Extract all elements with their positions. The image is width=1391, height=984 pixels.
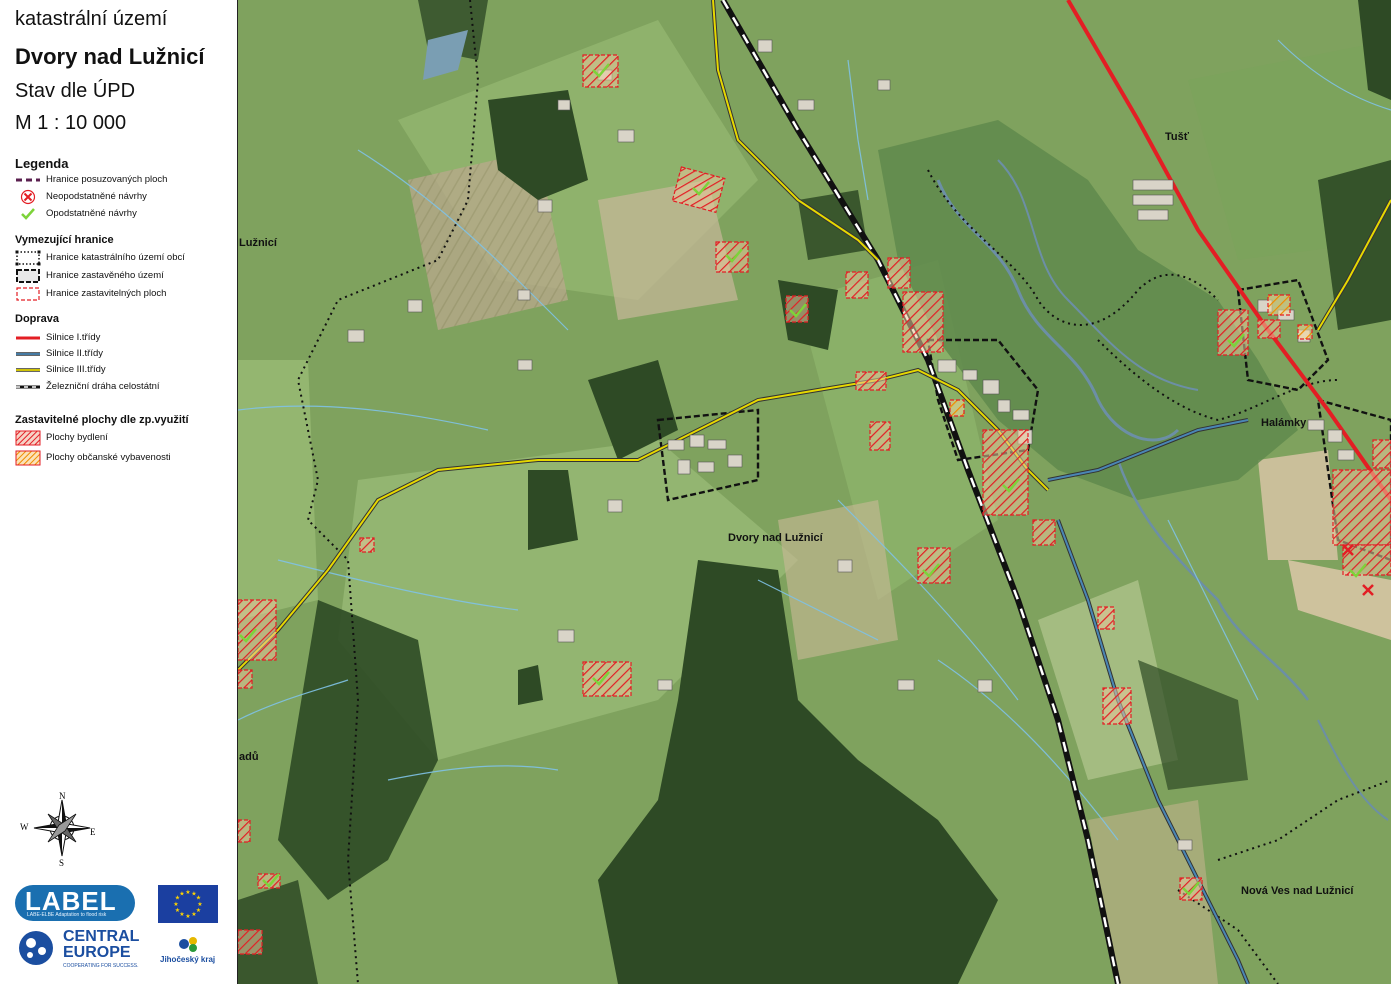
road-1-line-icon [16,336,40,340]
legend-item-developable-boundary: Hranice zastavitelných ploch [15,286,235,302]
legend-title: Legenda [15,156,69,171]
svg-text:★: ★ [185,889,190,896]
housing-hatch-icon [15,430,41,446]
road-2-line-icon [16,352,40,356]
place-label-nova-ves: Nová Ves nad Lužnicí [1241,885,1354,897]
compass-n: N [59,791,66,801]
green-check-icon [21,208,35,220]
boundaries-section-title: Vymezující hranice [15,234,114,246]
road-3-line-icon [16,368,40,372]
legend-item-housing: Plochy bydlení [15,430,235,446]
cadastral-label: katastrální území [15,8,168,30]
jihocesky-kraj-logo: Jihočeský kraj [160,935,230,975]
legend-item-road-3: Silnice III.třídy [15,362,235,378]
aerial-map[interactable]: Tušť Halámky Dvory nad Lužnicí Nová Ves … [238,0,1391,984]
transport-section-title: Doprava [15,313,60,325]
red-dashed-box-icon [16,287,40,301]
legend-item-cadastral-boundary: Hranice katastrálního území obcí [15,250,235,266]
svg-text:★: ★ [191,911,196,918]
legend-item-civic: Plochy občanské vybavenosti [15,450,235,466]
legend-item-assessed-boundary: Hranice posuzovaných ploch [15,172,235,188]
railway-line-icon [16,385,40,389]
civic-hatch-icon [15,450,41,466]
purple-dash-line-icon [16,178,40,182]
place-label-tust: Tušť [1165,131,1190,143]
place-label-luznici-edge: Lužnicí [239,237,278,249]
compass-s: S [59,858,64,868]
legend-item-road-1: Silnice I.třídy [15,330,235,346]
region-emblem-icon [179,937,197,952]
central-europe-logo: CENTRAL EUROPE COOPERATING FOR SUCCESS. [15,927,150,969]
legend-item-road-2: Silnice II.třídy [15,346,235,362]
svg-text:★: ★ [185,913,190,920]
place-label-adu-edge: adů [239,751,259,763]
place-label-halamky: Halámky [1261,417,1307,429]
svg-text:★: ★ [173,901,178,908]
compass-rose-icon: N S E W [20,791,96,868]
map-scale: M 1 : 10 000 [15,112,127,134]
zones-section-title: Zastavitelné plochy dle zp.využití [15,414,189,426]
partner-logos: LABEL LABE-ELBE Adaptation to flood risk… [0,880,237,984]
legend-item-built-up-boundary: Hranice zastavěného území [15,268,235,284]
dotted-boundary-icon [15,250,41,266]
label-logo: LABEL LABE-ELBE Adaptation to flood risk [15,885,135,921]
legend-item-unjustified: Neopodstatněné návrhy [15,189,235,205]
map-subtitle: Stav dle ÚPD [15,80,136,102]
compass-w: W [20,822,29,832]
place-label-dvory: Dvory nad Lužnicí [728,532,824,544]
red-cross-icon [20,189,36,205]
legend-item-railway: Železniční dráha celostátní [15,379,235,395]
compass-e: E [90,827,96,837]
map-title: Dvory nad Lužnicí [15,44,205,69]
dashed-box-icon [16,269,40,283]
legend-item-justified: Opodstatněné návrhy [15,206,235,222]
svg-text:★: ★ [175,907,180,914]
central-europe-globe-icon [19,931,53,965]
eu-flag-icon: ★ ★★★★★★★★★★★ [158,885,218,923]
map-legend-panel: katastrální území Dvory nad Lužnicí Stav… [0,0,238,984]
svg-text:★: ★ [179,891,184,898]
